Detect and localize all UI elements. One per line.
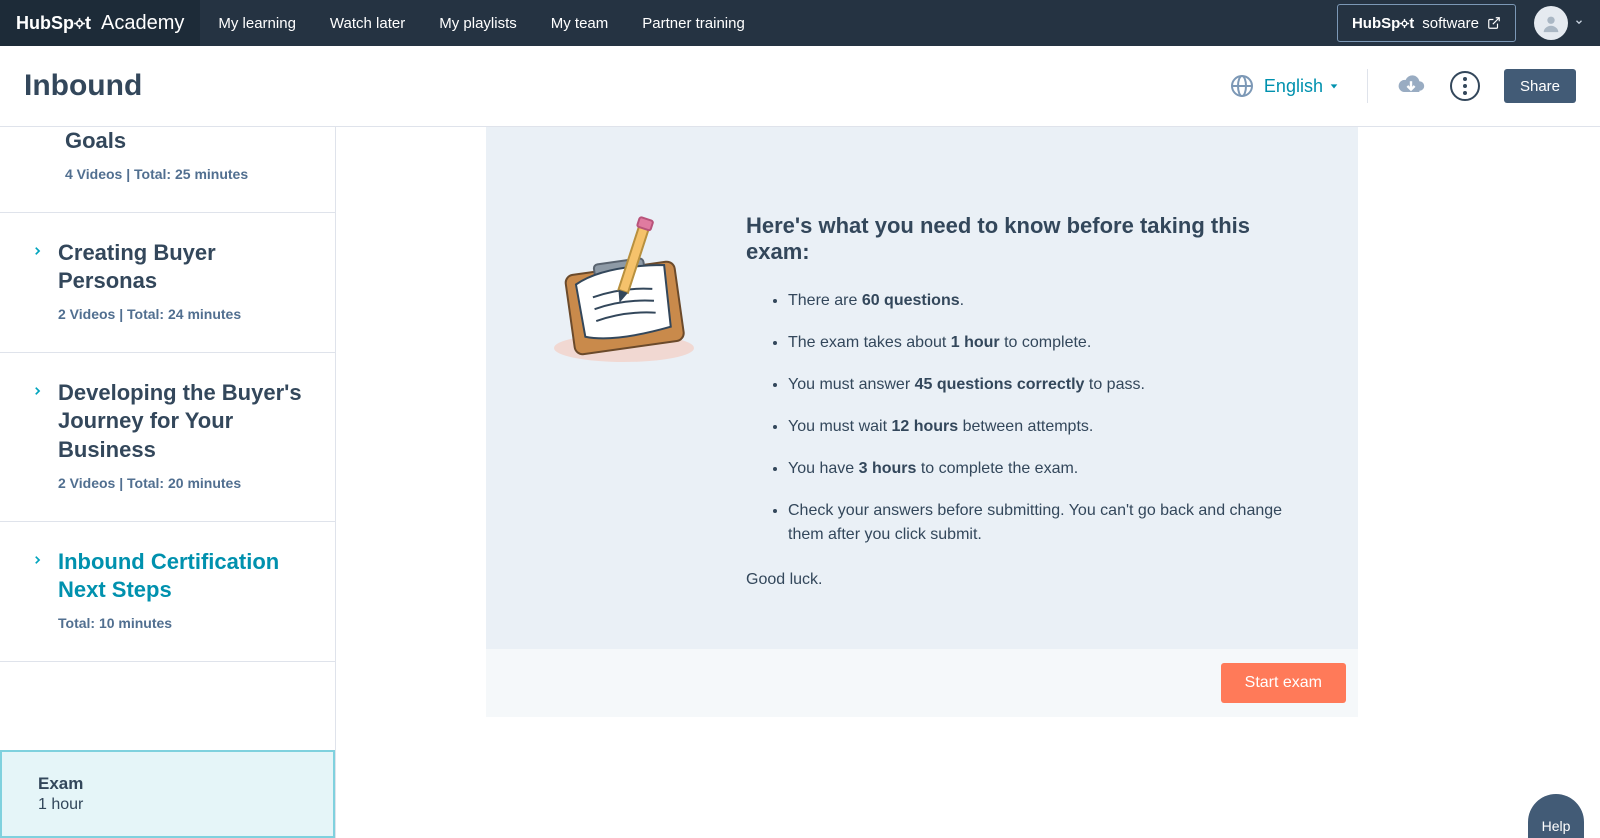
chevron-right-icon xyxy=(32,243,46,265)
share-button[interactable]: Share xyxy=(1504,69,1576,103)
content-area: Goals 4 Videos | Total: 25 minutes Creat… xyxy=(0,127,1600,838)
chevron-down-icon xyxy=(1574,17,1584,27)
hubspot-software-button[interactable]: HubSpt software xyxy=(1337,4,1516,42)
nav-links: My learning Watch later My playlists My … xyxy=(200,15,762,32)
lesson-title: Inbound Certification Next Steps xyxy=(58,548,311,605)
exam-bullet: You must answer 45 questions correctly t… xyxy=(788,373,1310,397)
page-title: Inbound xyxy=(24,69,142,103)
external-link-icon xyxy=(1487,16,1501,30)
sidebar-item-next-steps[interactable]: Inbound Certification Next Steps Total: … xyxy=(0,522,335,662)
nav-partner-training[interactable]: Partner training xyxy=(642,15,745,32)
sidebar-item-buyer-personas[interactable]: Creating Buyer Personas 2 Videos | Total… xyxy=(0,213,335,353)
course-sidebar: Goals 4 Videos | Total: 25 minutes Creat… xyxy=(0,127,336,838)
sub-header: Inbound English Share xyxy=(0,46,1600,127)
top-nav: HubSp t Academy My learning Watch later … xyxy=(0,0,1600,46)
lesson-title: Goals xyxy=(65,127,126,156)
exam-card-footer: Start exam xyxy=(486,649,1358,717)
more-menu-button[interactable] xyxy=(1450,71,1480,101)
nav-my-team[interactable]: My team xyxy=(551,15,609,32)
sidebar-item-buyers-journey[interactable]: Developing the Buyer's Journey for Your … xyxy=(0,353,335,522)
sprocket-icon xyxy=(1399,18,1410,29)
exam-info-heading: Here's what you need to know before taki… xyxy=(746,213,1310,265)
exam-bullet: The exam takes about 1 hour to complete. xyxy=(788,331,1310,355)
brand-logo[interactable]: HubSp t Academy xyxy=(0,0,200,46)
help-label: Help xyxy=(1542,818,1571,834)
start-exam-button[interactable]: Start exam xyxy=(1221,663,1346,703)
divider xyxy=(1367,69,1368,103)
chevron-right-icon xyxy=(32,383,46,405)
exam-card: Here's what you need to know before taki… xyxy=(486,127,1358,838)
account-menu-chevron[interactable] xyxy=(1574,16,1584,30)
exam-card-body: Here's what you need to know before taki… xyxy=(486,127,1358,649)
lesson-meta: 2 Videos | Total: 20 minutes xyxy=(58,475,311,491)
chevron-down-icon xyxy=(1329,81,1339,91)
language-label: English xyxy=(1264,76,1323,97)
lesson-title: Developing the Buyer's Journey for Your … xyxy=(58,379,311,465)
globe-icon xyxy=(1230,74,1254,98)
exam-bullet: Check your answers before submitting. Yo… xyxy=(788,499,1310,547)
sprocket-icon xyxy=(73,17,86,30)
nav-my-learning[interactable]: My learning xyxy=(218,15,296,32)
exam-info-list: There are 60 questions. The exam takes a… xyxy=(746,289,1310,547)
sidebar-item-exam[interactable]: Exam 1 hour xyxy=(0,750,335,838)
user-icon xyxy=(1540,12,1562,34)
exam-info: Here's what you need to know before taki… xyxy=(746,213,1310,589)
brand-academy-text: Academy xyxy=(101,12,184,35)
hubspot-wordmark: HubSp t xyxy=(16,13,91,34)
sidebar-item-goals[interactable]: Goals 4 Videos | Total: 25 minutes xyxy=(0,127,335,213)
nav-my-playlists[interactable]: My playlists xyxy=(439,15,517,32)
exam-bullet: There are 60 questions. xyxy=(788,289,1310,313)
lesson-title: Creating Buyer Personas xyxy=(58,239,311,296)
dots-vertical-icon xyxy=(1463,77,1467,95)
download-cloud-icon[interactable] xyxy=(1396,74,1426,98)
nav-watch-later[interactable]: Watch later xyxy=(330,15,405,32)
exam-title: Exam xyxy=(38,774,297,794)
exam-duration: 1 hour xyxy=(38,796,297,814)
lesson-meta: 4 Videos | Total: 25 minutes xyxy=(65,166,311,182)
lesson-meta: Total: 10 minutes xyxy=(58,615,311,631)
exam-bullet: You have 3 hours to complete the exam. xyxy=(788,457,1310,481)
avatar[interactable] xyxy=(1534,6,1568,40)
language-selector[interactable]: English xyxy=(1264,76,1339,97)
lesson-meta: 2 Videos | Total: 24 minutes xyxy=(58,306,311,322)
main-panel: Here's what you need to know before taki… xyxy=(336,127,1600,838)
exam-bullet: You must wait 12 hours between attempts. xyxy=(788,415,1310,439)
good-luck-text: Good luck. xyxy=(746,571,1310,589)
chevron-right-icon xyxy=(32,552,46,574)
clipboard-illustration xyxy=(534,213,714,589)
